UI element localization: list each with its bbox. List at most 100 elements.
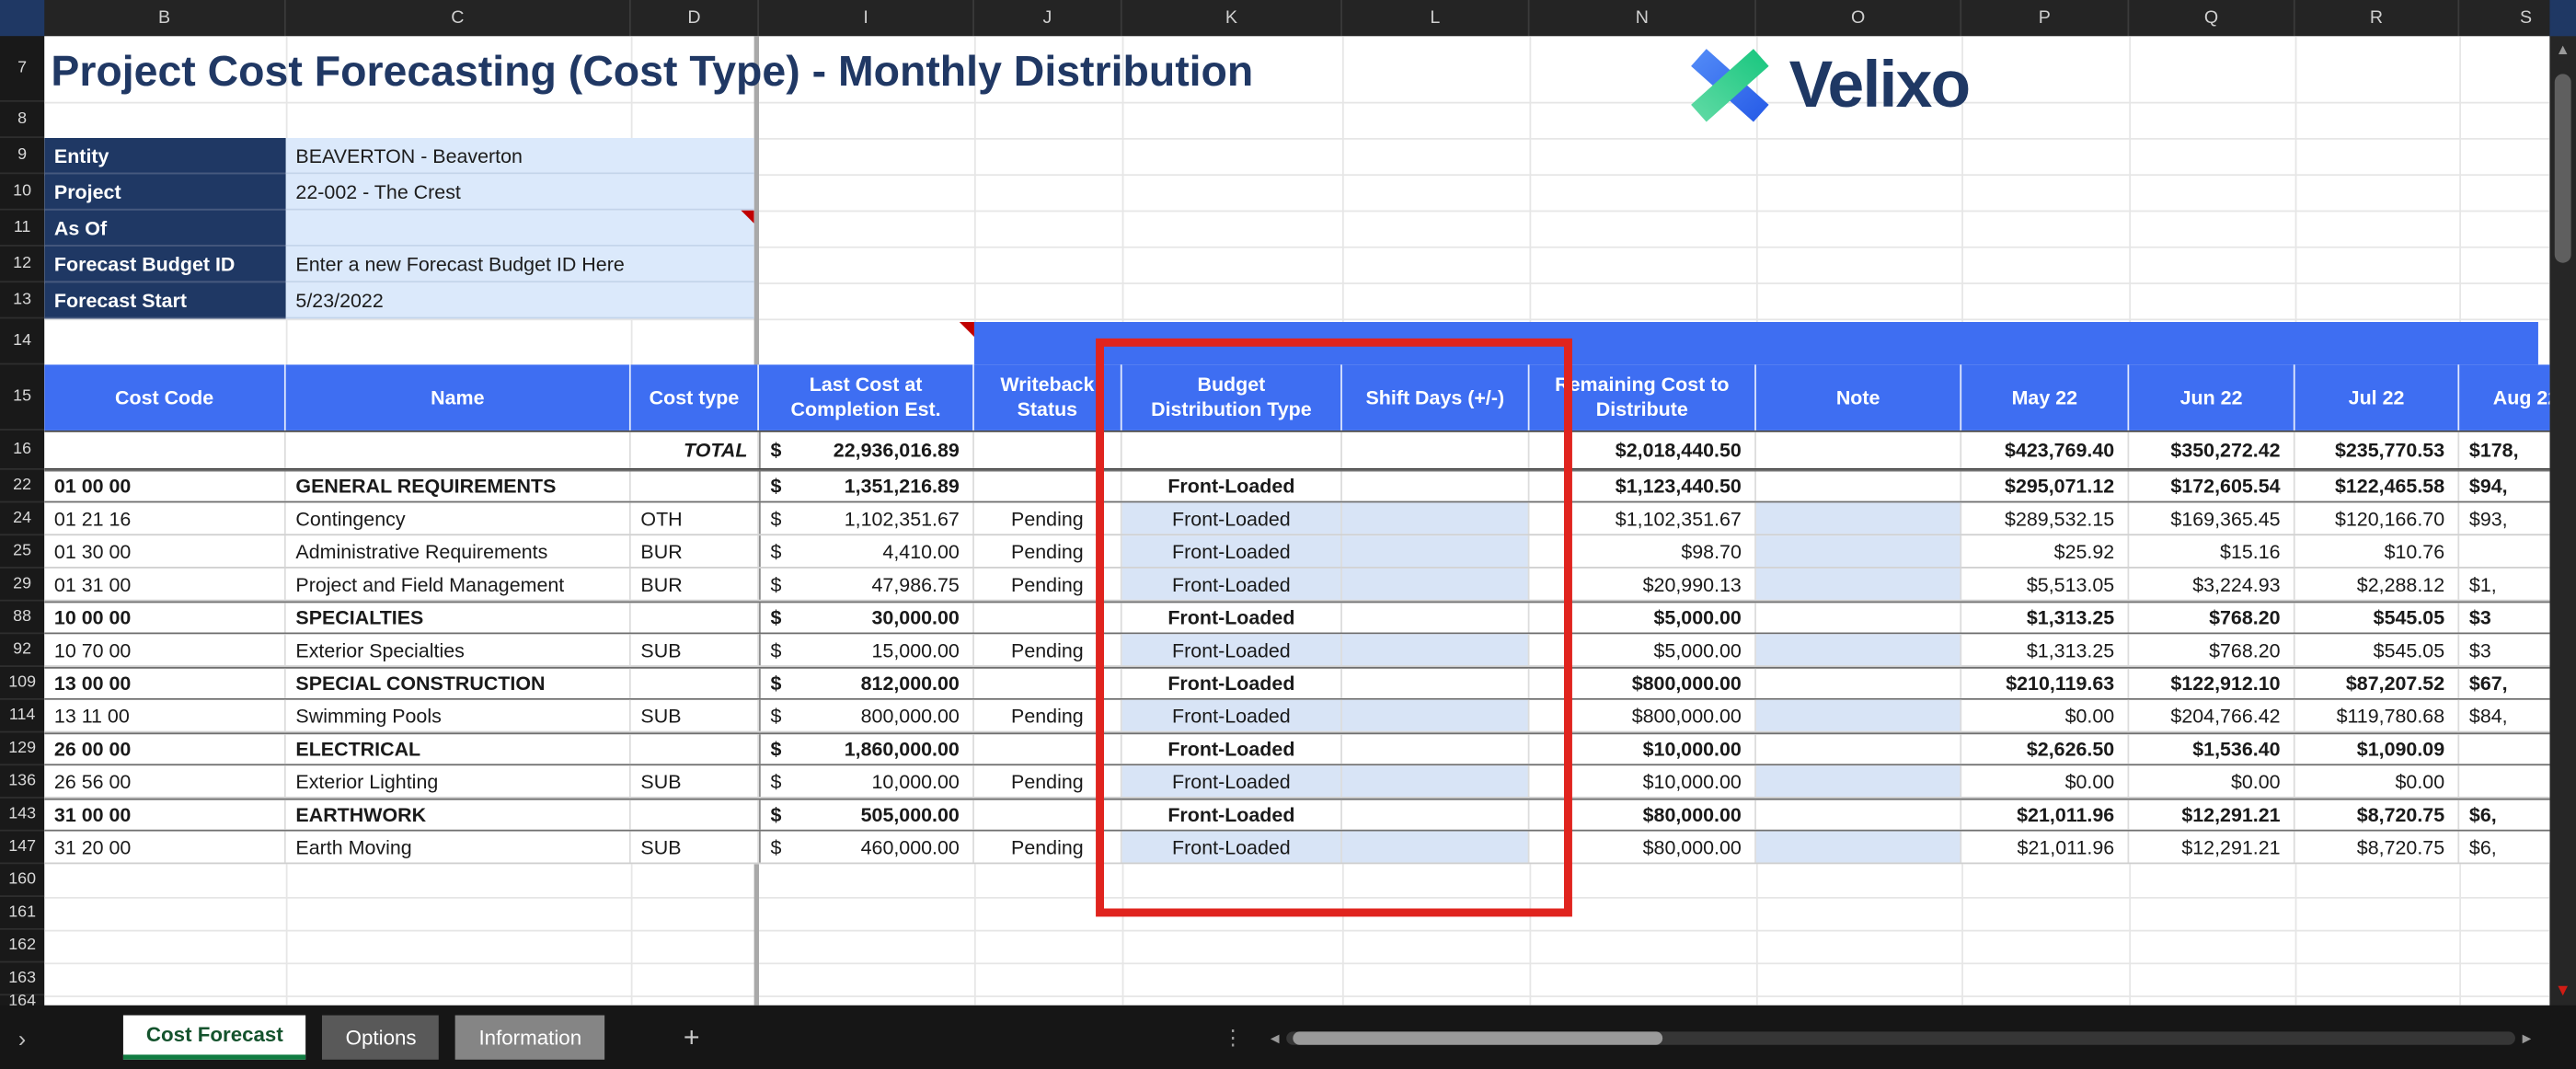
note-cell[interactable] — [1756, 535, 1961, 567]
shift-days-cell[interactable] — [1342, 535, 1530, 567]
row-number-114[interactable]: 114 — [0, 700, 44, 733]
shift-days-cell[interactable] — [1342, 569, 1530, 600]
distribution-type-cell[interactable]: Front-Loaded — [1122, 832, 1342, 863]
column-header-10[interactable]: Jun 22 — [2129, 364, 2294, 430]
distribution-type-cell[interactable]: Front-Loaded — [1122, 800, 1342, 830]
info-value-entity[interactable]: BEAVERTON - Beaverton — [286, 138, 754, 174]
row-number-143[interactable]: 143 — [0, 799, 44, 832]
column-letter-P[interactable]: P — [1961, 0, 2129, 36]
info-label-forecast-budget-id[interactable]: Forecast Budget ID — [44, 247, 285, 282]
cost-row-29[interactable]: 01 31 00Project and Field ManagementBUR$… — [44, 569, 2549, 602]
distribution-type-cell[interactable]: Front-Loaded — [1122, 535, 1342, 567]
shift-days-cell[interactable] — [1342, 502, 1530, 534]
shift-days-cell[interactable] — [1342, 832, 1530, 863]
last-cost-cell[interactable]: $1,860,000.00 — [759, 734, 974, 764]
row-number-14[interactable]: 14 — [0, 318, 44, 364]
row-number-8[interactable]: 8 — [0, 102, 44, 138]
row-number-15[interactable]: 15 — [0, 364, 44, 430]
row-number-129[interactable]: 129 — [0, 732, 44, 765]
tab-splitter-icon[interactable]: ⋮ — [1223, 1024, 1244, 1051]
info-value-forecast-budget-id[interactable]: Enter a new Forecast Budget ID Here — [286, 247, 754, 282]
horizontal-scrollbar[interactable]: ◄ ► — [1263, 1026, 2538, 1049]
last-cost-cell[interactable]: $10,000.00 — [759, 765, 974, 797]
scroll-left-arrow-icon[interactable]: ◄ — [1263, 1029, 1286, 1046]
row-number-88[interactable]: 88 — [0, 602, 44, 635]
column-header-8[interactable]: Note — [1756, 364, 1961, 430]
total-row[interactable]: TOTAL$22,936,016.89$2,018,440.50$423,769… — [44, 431, 2549, 470]
note-cell[interactable] — [1756, 603, 1961, 632]
column-header-9[interactable]: May 22 — [1961, 364, 2129, 430]
tab-information[interactable]: Information — [455, 1016, 604, 1060]
column-letter-B[interactable]: B — [44, 0, 285, 36]
column-header-4[interactable]: Writeback Status — [974, 364, 1122, 430]
note-cell[interactable] — [1756, 634, 1961, 665]
column-letter-O[interactable]: O — [1756, 0, 1961, 36]
column-header-2[interactable]: Cost type — [631, 364, 759, 430]
column-letter-K[interactable]: K — [1122, 0, 1342, 36]
info-value-as-of[interactable] — [286, 211, 754, 247]
distribution-type-cell[interactable]: Front-Loaded — [1122, 569, 1342, 600]
last-cost-cell[interactable]: $812,000.00 — [759, 669, 974, 698]
row-number-109[interactable]: 109 — [0, 667, 44, 700]
distribution-type-cell[interactable]: Front-Loaded — [1122, 634, 1342, 665]
monthly-distribution-band[interactable] — [974, 322, 2538, 364]
select-all-corner[interactable] — [0, 0, 44, 36]
column-letter-Q[interactable]: Q — [2129, 0, 2294, 36]
column-letter-S[interactable]: S — [2459, 0, 2549, 36]
shift-days-cell[interactable] — [1342, 700, 1530, 731]
row-number-147[interactable]: 147 — [0, 832, 44, 865]
horizontal-scrollbar-thumb[interactable] — [1293, 1031, 1662, 1044]
last-cost-cell[interactable]: $47,986.75 — [759, 569, 974, 600]
note-cell[interactable] — [1756, 832, 1961, 863]
cost-row-129[interactable]: 26 00 00ELECTRICAL$1,860,000.00Front-Loa… — [44, 732, 2549, 765]
shift-days-cell[interactable] — [1342, 669, 1530, 698]
row-number-24[interactable]: 24 — [0, 502, 44, 535]
info-value-forecast-start[interactable]: 5/23/2022 — [286, 282, 754, 318]
row-number-12[interactable]: 12 — [0, 247, 44, 282]
last-cost-cell[interactable]: $4,410.00 — [759, 535, 974, 567]
column-header-1[interactable]: Name — [286, 364, 631, 430]
column-header-5[interactable]: Budget Distribution Type — [1122, 364, 1342, 430]
info-label-forecast-start[interactable]: Forecast Start — [44, 282, 285, 318]
cost-row-143[interactable]: 31 00 00EARTHWORK$505,000.00Front-Loaded… — [44, 799, 2549, 832]
cost-row-147[interactable]: 31 20 00Earth MovingSUB$460,000.00Pendin… — [44, 832, 2549, 865]
last-cost-cell[interactable]: $460,000.00 — [759, 832, 974, 863]
vertical-scrollbar[interactable]: ▲ ▼ — [2549, 0, 2576, 1006]
column-letter-J[interactable]: J — [974, 0, 1122, 36]
row-number-164[interactable]: 164 — [0, 995, 44, 1006]
tab-options[interactable]: Options — [323, 1016, 440, 1060]
row-number-9[interactable]: 9 — [0, 138, 44, 174]
column-letter-C[interactable]: C — [286, 0, 631, 36]
shift-days-cell[interactable] — [1342, 734, 1530, 764]
column-letter-D[interactable]: D — [631, 0, 759, 36]
note-cell[interactable] — [1756, 700, 1961, 731]
row-number-11[interactable]: 11 — [0, 211, 44, 247]
distribution-type-cell[interactable]: Front-Loaded — [1122, 700, 1342, 731]
row-number-13[interactable]: 13 — [0, 282, 44, 318]
shift-days-cell[interactable] — [1342, 765, 1530, 797]
note-cell[interactable] — [1756, 569, 1961, 600]
cost-row-22[interactable]: 01 00 00GENERAL REQUIREMENTS$1,351,216.8… — [44, 470, 2549, 503]
last-cost-cell[interactable]: $30,000.00 — [759, 603, 974, 632]
cost-row-136[interactable]: 26 56 00Exterior LightingSUB$10,000.00Pe… — [44, 765, 2549, 799]
info-label-project[interactable]: Project — [44, 174, 285, 210]
distribution-type-cell[interactable]: Front-Loaded — [1122, 471, 1342, 500]
note-cell[interactable] — [1756, 669, 1961, 698]
tab-scroll-arrow-icon[interactable]: › — [0, 1024, 44, 1051]
scroll-down-arrow-icon[interactable]: ▼ — [2549, 983, 2576, 1001]
column-letter-I[interactable]: I — [759, 0, 974, 36]
row-number-25[interactable]: 25 — [0, 535, 44, 569]
row-number-92[interactable]: 92 — [0, 634, 44, 667]
row-number-161[interactable]: 161 — [0, 897, 44, 930]
column-header-0[interactable]: Cost Code — [44, 364, 285, 430]
cost-row-109[interactable]: 13 00 00SPECIAL CONSTRUCTION$812,000.00F… — [44, 667, 2549, 700]
column-header-6[interactable]: Shift Days (+/-) — [1342, 364, 1530, 430]
distribution-type-cell[interactable]: Front-Loaded — [1122, 502, 1342, 534]
distribution-type-cell[interactable]: Front-Loaded — [1122, 734, 1342, 764]
row-number-16[interactable]: 16 — [0, 431, 44, 470]
column-header-7[interactable]: Remaining Cost to Distribute — [1529, 364, 1755, 430]
last-cost-cell[interactable]: $1,102,351.67 — [759, 502, 974, 534]
shift-days-cell[interactable] — [1342, 603, 1530, 632]
info-label-as-of[interactable]: As Of — [44, 211, 285, 247]
tab-cost-forecast[interactable]: Cost Forecast — [123, 1016, 306, 1060]
